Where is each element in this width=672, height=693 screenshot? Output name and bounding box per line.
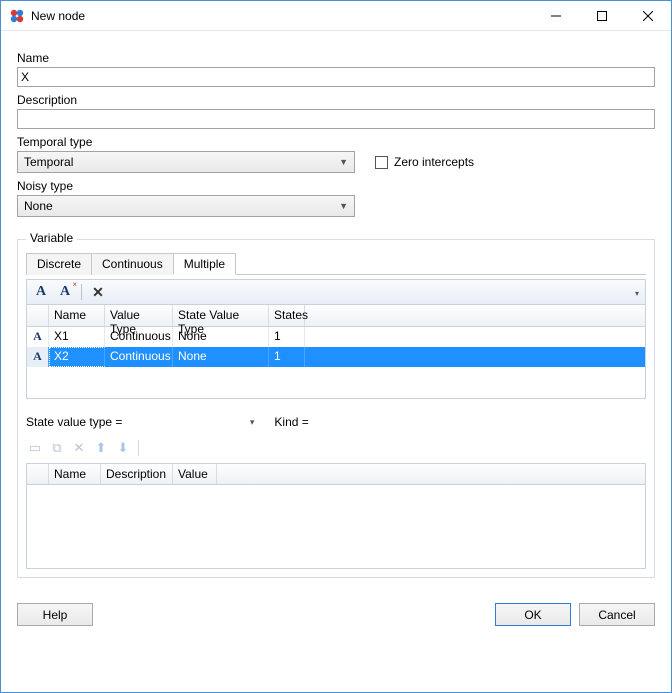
description-label: Description [17,93,655,107]
name-input[interactable] [17,67,655,87]
column-value[interactable]: Value [173,464,217,484]
row-name: X2 [49,347,105,367]
new-state-icon[interactable]: ▭ [26,439,44,457]
row-name: X1 [49,327,105,347]
row-value-type: Continuous [105,327,173,347]
description-input[interactable] [17,109,655,129]
name-label: Name [17,51,655,65]
ok-button[interactable]: OK [495,603,571,626]
window-title: New node [31,9,533,23]
variable-tabs: Discrete Continuous Multiple [26,252,646,275]
variable-legend: Variable [26,231,77,245]
temporal-type-value: Temporal [24,155,73,169]
titlebar: New node [1,1,671,31]
column-name[interactable]: Name [49,464,101,484]
column-icon [27,305,49,326]
tab-continuous[interactable]: Continuous [91,253,174,275]
zero-intercepts-label: Zero intercepts [394,155,474,169]
states-grid-header: Name Description Value [26,463,646,485]
noisy-type-label: Noisy type [17,179,655,193]
dialog-footer: Help OK Cancel [1,588,671,640]
maximize-button[interactable] [579,1,625,31]
row-type-icon: A [27,347,49,367]
row-state-value-type: None [173,347,269,367]
cancel-button[interactable]: Cancel [579,603,655,626]
add-variable-button[interactable]: A [31,282,51,302]
move-down-icon[interactable]: ⬇ [114,439,132,457]
temporal-type-select[interactable]: Temporal ▼ [17,151,355,173]
noisy-type-select[interactable]: None ▼ [17,195,355,217]
column-name[interactable]: Name [49,305,105,326]
chevron-down-icon: ▾ [250,417,255,428]
noisy-type-value: None [24,199,53,213]
tab-multiple[interactable]: Multiple [173,253,236,275]
row-states: 1 [269,327,305,347]
variable-fieldset: Variable Discrete Continuous Multiple A … [17,239,655,578]
state-value-type-select[interactable]: ▾ [138,413,258,431]
delete-button[interactable]: ✕ [88,282,108,302]
delete-state-icon[interactable]: ✕ [70,439,88,457]
state-toolbar: ▭ ⧉ ✕ ⬆ ⬇ [26,437,646,459]
remove-variable-button[interactable]: A× [55,282,75,302]
state-value-row: State value type = ▾ Kind = [26,413,646,431]
table-row[interactable]: A X2 Continuous None 1 [27,347,645,367]
column-state-value-type[interactable]: State Value Type [173,305,269,326]
chevron-down-icon: ▼ [339,157,348,167]
column-states[interactable]: States [269,305,305,326]
variable-grid-body: A X1 Continuous None 1 A X2 Continuous N… [26,327,646,399]
tab-discrete[interactable]: Discrete [26,253,92,275]
move-up-icon[interactable]: ⬆ [92,439,110,457]
column-value-type[interactable]: Value Type [105,305,173,326]
row-states: 1 [269,347,305,367]
table-row[interactable]: A X1 Continuous None 1 [27,327,645,347]
column-icon [27,464,49,484]
toolbar-overflow-icon[interactable]: ▾ [631,286,643,300]
toolbar-separator [138,440,139,456]
variable-toolbar: A A× ✕ ▾ [26,279,646,305]
kind-label: Kind = [274,415,308,429]
help-button[interactable]: Help [17,603,93,626]
close-button[interactable] [625,1,671,31]
zero-intercepts-checkbox[interactable]: Zero intercepts [375,155,474,169]
variable-grid-header: Name Value Type State Value Type States [26,305,646,327]
chevron-down-icon: ▼ [339,201,348,211]
column-description[interactable]: Description [101,464,173,484]
states-grid-body[interactable] [26,485,646,569]
state-value-type-label: State value type = [26,415,122,429]
toolbar-separator [81,284,82,300]
temporal-type-label: Temporal type [17,135,655,149]
minimize-button[interactable] [533,1,579,31]
row-type-icon: A [27,327,49,347]
row-value-type: Continuous [105,347,173,367]
copy-state-icon[interactable]: ⧉ [48,439,66,457]
checkbox-box [375,156,388,169]
row-state-value-type: None [173,327,269,347]
app-icon [9,8,25,24]
